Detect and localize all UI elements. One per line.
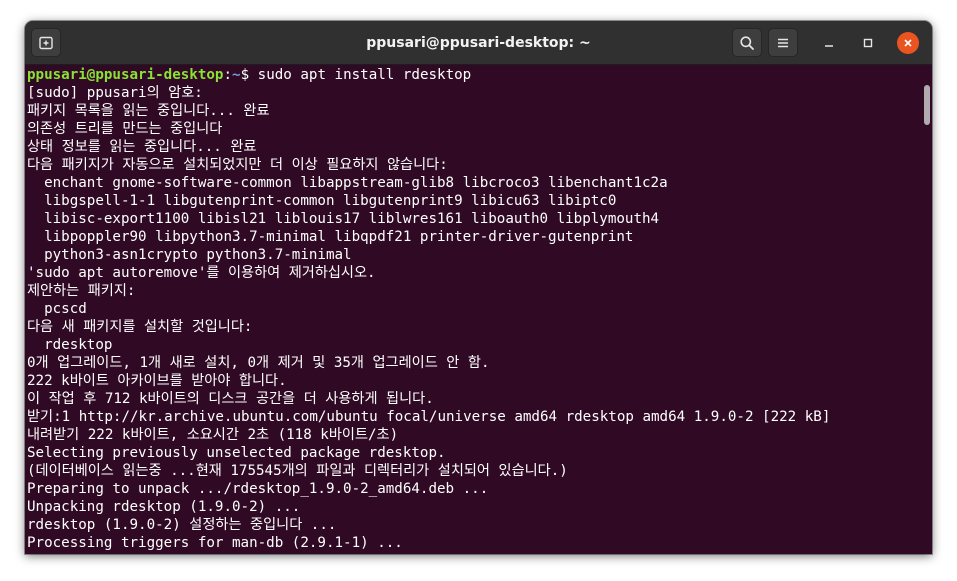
prompt-user-host: ppusari@ppusari-desktop: [27, 67, 224, 83]
search-button[interactable]: [732, 28, 762, 57]
prompt-command: sudo apt install rdesktop: [257, 67, 472, 83]
output-line: 의존성 트리를 만드는 중입니다: [27, 121, 223, 137]
output-line: Preparing to unpack .../rdesktop_1.9.0-2…: [27, 481, 489, 497]
output-line: 'sudo apt autoremove'를 이용하여 제거하십시오.: [27, 265, 376, 281]
new-tab-icon: [39, 36, 53, 49]
maximize-icon: [863, 38, 873, 48]
output-line: python3-asn1crypto python3.7-minimal: [27, 247, 352, 263]
output-line: 다음 새 패키지를 설치할 것입니다:: [27, 319, 253, 335]
output-lines: [sudo] ppusari의 암호: 패키지 목록을 읽는 중입니다... 완료…: [27, 84, 932, 552]
command-prompt-line: ppusari@ppusari-desktop:~$ sudo apt inst…: [27, 66, 932, 84]
output-line: 이 작업 후 712 k바이트의 디스크 공간을 더 사용하게 됩니다.: [27, 391, 434, 407]
output-line: 패키지 목록을 읽는 중입니다... 완료: [27, 103, 270, 119]
output-line: rdesktop: [27, 337, 113, 353]
output-line: libisc-export1100 libisl21 liblouis17 li…: [27, 211, 660, 227]
new-tab-button[interactable]: [31, 28, 61, 57]
terminal-window: ppusari@ppusari-desktop: ~ ppusari@ppusa…: [25, 21, 932, 554]
output-line: Processing triggers for man-db (2.9.1-1)…: [27, 535, 403, 551]
output-line: 상태 정보를 읽는 중입니다... 완료: [27, 139, 257, 155]
terminal-output[interactable]: ppusari@ppusari-desktop:~$ sudo apt inst…: [25, 65, 932, 554]
output-line: 받기:1 http://kr.archive.ubuntu.com/ubuntu…: [27, 409, 831, 425]
output-line: rdesktop (1.9.0-2) 설정하는 중입니다 ...: [27, 517, 337, 533]
minimize-icon: [825, 45, 833, 47]
minimize-button[interactable]: [818, 32, 840, 54]
output-line: libgspell-1-1 libgutenprint-common libgu…: [27, 193, 617, 209]
output-line: 222 k바이트 아카이브를 받아야 합니다.: [27, 373, 287, 389]
output-line: Selecting previously unselected package …: [27, 445, 446, 461]
scrollbar-thumb[interactable]: [924, 85, 930, 125]
output-line: 제안하는 패키지:: [27, 283, 136, 299]
output-line: (데이터베이스 읽는중 ...현재 175545개의 파일과 디렉터리가 설치되…: [27, 463, 568, 479]
output-line: 내려받기 222 k바이트, 소요시간 2초 (118 k바이트/초): [27, 427, 399, 443]
close-icon: [904, 39, 912, 47]
menu-button[interactable]: [768, 28, 798, 57]
prompt-path: ~: [232, 67, 241, 83]
output-line: libpoppler90 libpython3.7-minimal libqpd…: [27, 229, 634, 245]
prompt-separator: :: [223, 67, 233, 83]
prompt-symbol: $: [240, 67, 258, 83]
output-line: 다음 패키지가 자동으로 설치되었지만 더 이상 필요하지 않습니다:: [27, 157, 448, 173]
output-line: Unpacking rdesktop (1.9.0-2) ...: [27, 499, 301, 515]
output-line: 0개 업그레이드, 1개 새로 설치, 0개 제거 및 35개 업그레이드 안 …: [27, 355, 490, 371]
hamburger-menu-icon: [778, 38, 788, 47]
output-line: pcscd: [27, 301, 87, 317]
output-line: [sudo] ppusari의 암호:: [27, 85, 203, 101]
search-icon: [740, 35, 754, 50]
output-line: enchant gnome-software-common libappstre…: [27, 175, 668, 191]
title-bar[interactable]: ppusari@ppusari-desktop: ~: [25, 21, 932, 65]
maximize-button[interactable]: [857, 32, 879, 54]
close-button[interactable]: [897, 32, 919, 54]
